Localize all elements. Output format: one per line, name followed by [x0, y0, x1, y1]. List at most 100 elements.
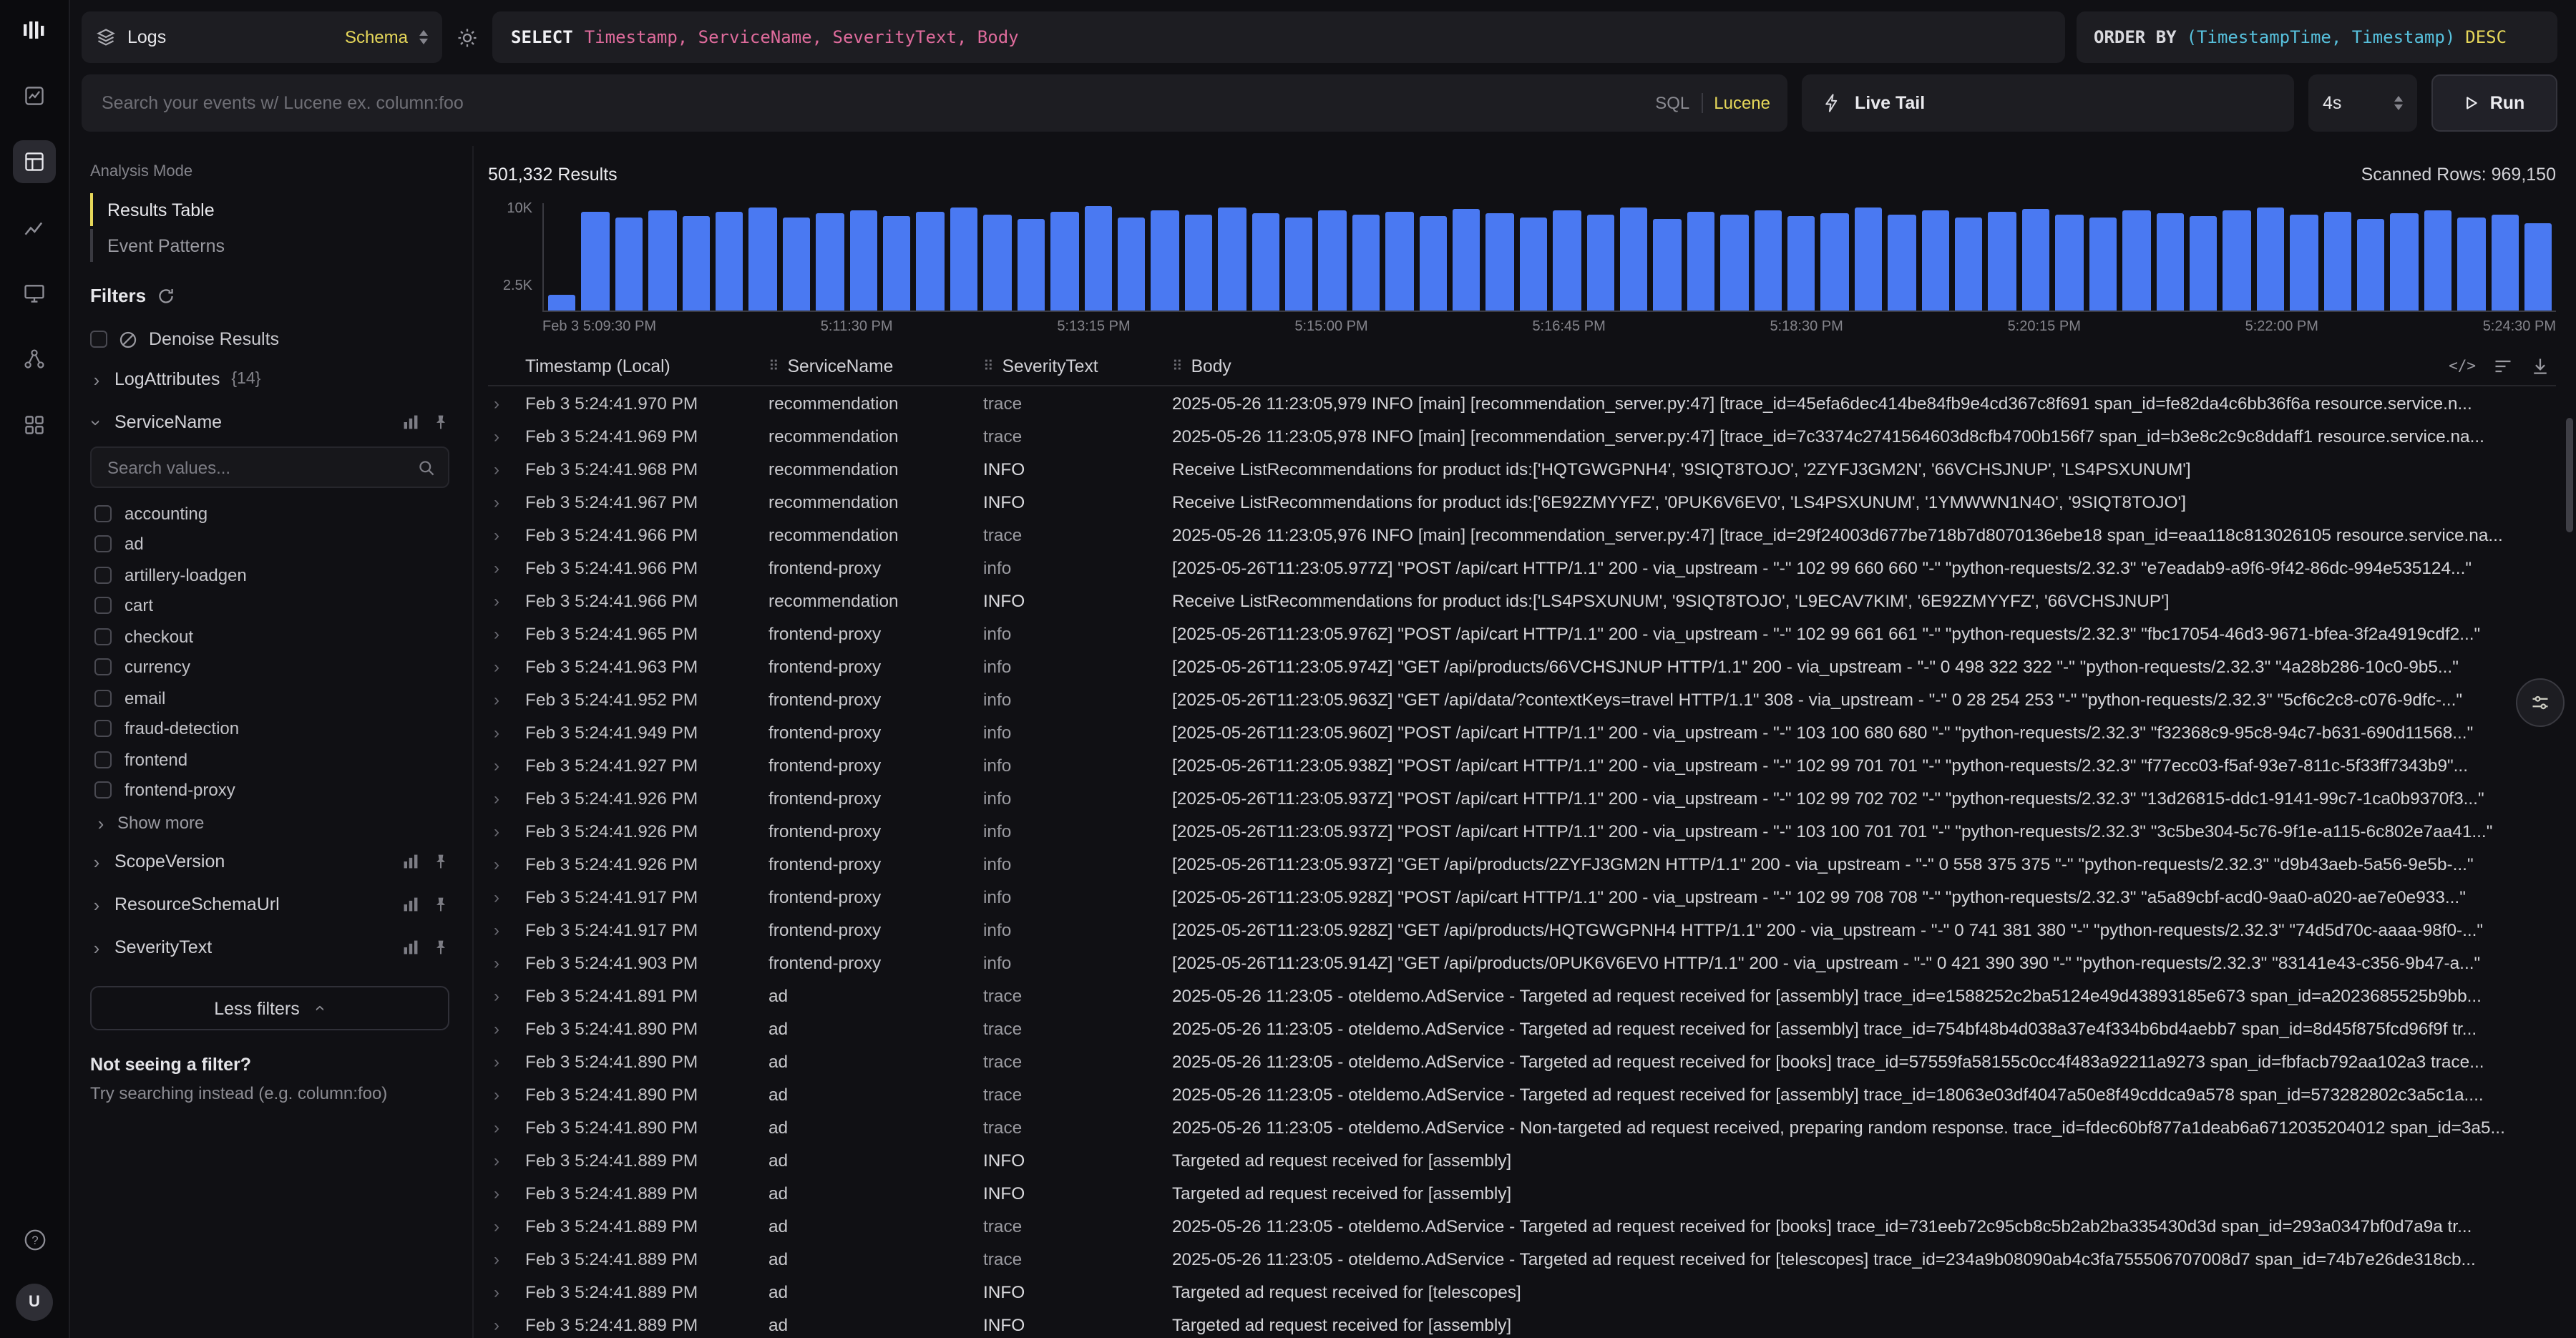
- histogram-bar[interactable]: [1654, 219, 1682, 311]
- refresh-icon[interactable]: [157, 287, 175, 304]
- table-row[interactable]: ›Feb 3 5:24:41.890 PMadtrace2025-05-26 1…: [488, 1078, 2556, 1110]
- filter-value-artillery-loadgen[interactable]: artillery-loadgen: [90, 560, 449, 590]
- row-expand-icon[interactable]: ›: [488, 459, 525, 479]
- drag-handle-icon[interactable]: ⠿: [983, 358, 994, 374]
- histogram-bar[interactable]: [2022, 209, 2050, 311]
- histogram-bar[interactable]: [1118, 217, 1146, 311]
- row-expand-icon[interactable]: ›: [488, 1117, 525, 1137]
- table-row[interactable]: ›Feb 3 5:24:41.965 PMfrontend-proxyinfo[…: [488, 617, 2556, 650]
- help-icon[interactable]: ?: [13, 1218, 56, 1261]
- chart-icon[interactable]: [402, 939, 419, 956]
- row-expand-icon[interactable]: ›: [488, 590, 525, 610]
- histogram-bar[interactable]: [2089, 217, 2117, 311]
- histogram-bar[interactable]: [1586, 215, 1614, 311]
- histogram-bar[interactable]: [716, 212, 743, 311]
- table-row[interactable]: ›Feb 3 5:24:41.926 PMfrontend-proxyinfo[…: [488, 814, 2556, 847]
- table-row[interactable]: ›Feb 3 5:24:41.889 PMadINFOTargeted ad r…: [488, 1176, 2556, 1209]
- histogram-bar[interactable]: [2190, 216, 2218, 311]
- histogram-bar[interactable]: [2290, 215, 2318, 311]
- row-expand-icon[interactable]: ›: [488, 919, 525, 939]
- filter-value-search-input[interactable]: [104, 456, 418, 479]
- table-row[interactable]: ›Feb 3 5:24:41.889 PMadINFOTargeted ad r…: [488, 1275, 2556, 1308]
- drag-handle-icon[interactable]: ⠿: [1172, 358, 1183, 374]
- histogram-bar[interactable]: [1955, 218, 1983, 311]
- checkbox[interactable]: [94, 782, 112, 799]
- row-expand-icon[interactable]: ›: [488, 1150, 525, 1170]
- table-row[interactable]: ›Feb 3 5:24:41.889 PMadINFOTargeted ad r…: [488, 1308, 2556, 1338]
- histogram-bar[interactable]: [2156, 213, 2184, 311]
- filter-value-frontend[interactable]: frontend: [90, 744, 449, 775]
- app-logo-icon[interactable]: [21, 17, 47, 43]
- nav-chart-icon[interactable]: [13, 206, 56, 249]
- nav-dashboard-icon[interactable]: [13, 272, 56, 315]
- histogram-bar[interactable]: [984, 214, 1012, 311]
- filter-group-severitytext[interactable]: ›SeverityText: [90, 926, 449, 969]
- table-row[interactable]: ›Feb 3 5:24:41.891 PMadtrace2025-05-26 1…: [488, 979, 2556, 1012]
- histogram-bar[interactable]: [648, 210, 676, 311]
- row-expand-icon[interactable]: ›: [488, 722, 525, 742]
- table-row[interactable]: ›Feb 3 5:24:41.889 PMadtrace2025-05-26 1…: [488, 1209, 2556, 1242]
- table-row[interactable]: ›Feb 3 5:24:41.969 PMrecommendationtrace…: [488, 419, 2556, 452]
- histogram-bar[interactable]: [1352, 214, 1380, 311]
- chart-icon[interactable]: [402, 853, 419, 870]
- table-row[interactable]: ›Feb 3 5:24:41.890 PMadtrace2025-05-26 1…: [488, 1110, 2556, 1143]
- row-settings-icon[interactable]: [2493, 356, 2513, 376]
- histogram-bar[interactable]: [682, 215, 710, 311]
- histogram-bar[interactable]: [1486, 213, 1514, 311]
- histogram-bar[interactable]: [1888, 215, 1916, 311]
- histogram-bar[interactable]: [1184, 215, 1212, 311]
- lucene-mode-option[interactable]: Lucene: [1714, 93, 1770, 113]
- histogram-bar[interactable]: [1921, 211, 1949, 311]
- histogram-bar[interactable]: [2457, 217, 2485, 311]
- column-header-sev[interactable]: ⠿SeverityText: [983, 356, 1172, 376]
- row-expand-icon[interactable]: ›: [488, 1216, 525, 1236]
- histogram-bar[interactable]: [1787, 216, 1815, 311]
- table-row[interactable]: ›Feb 3 5:24:41.963 PMfrontend-proxyinfo[…: [488, 650, 2556, 683]
- histogram-bar[interactable]: [816, 213, 844, 311]
- histogram-bar[interactable]: [1218, 207, 1246, 311]
- checkbox[interactable]: [94, 628, 112, 645]
- histogram-bar[interactable]: [1385, 212, 1413, 311]
- checkbox[interactable]: [94, 751, 112, 768]
- vertical-scrollbar[interactable]: [2566, 418, 2573, 532]
- row-expand-icon[interactable]: ›: [488, 854, 525, 874]
- histogram-bar[interactable]: [582, 213, 610, 311]
- nav-logs-table-icon[interactable]: [13, 140, 56, 183]
- filter-group-servicename[interactable]: › ServiceName: [90, 401, 449, 444]
- histogram-bar[interactable]: [783, 218, 811, 311]
- filter-group-logattributes[interactable]: › LogAttributes {14}: [90, 358, 449, 401]
- schema-badge[interactable]: Schema: [345, 27, 408, 47]
- histogram-bar[interactable]: [1319, 210, 1347, 311]
- order-by-bar[interactable]: ORDER BY (TimestampTime, Timestamp) DESC: [2077, 11, 2557, 63]
- histogram-plot[interactable]: [542, 203, 2556, 312]
- row-expand-icon[interactable]: ›: [488, 788, 525, 808]
- histogram-bar[interactable]: [1620, 207, 1648, 311]
- sql-mode-option[interactable]: SQL: [1655, 93, 1689, 113]
- histogram-bar[interactable]: [1687, 212, 1715, 311]
- mode-results-table[interactable]: Results Table: [90, 193, 449, 226]
- histogram-bar[interactable]: [1520, 217, 1548, 311]
- row-expand-icon[interactable]: ›: [488, 1084, 525, 1104]
- row-expand-icon[interactable]: ›: [488, 985, 525, 1005]
- histogram-bar[interactable]: [2223, 211, 2251, 311]
- chart-icon[interactable]: [402, 896, 419, 913]
- histogram-bar[interactable]: [749, 207, 777, 311]
- histogram-bar[interactable]: [1285, 218, 1313, 311]
- table-row[interactable]: ›Feb 3 5:24:41.926 PMfrontend-proxyinfo[…: [488, 847, 2556, 880]
- table-row[interactable]: ›Feb 3 5:24:41.926 PMfrontend-proxyinfo[…: [488, 781, 2556, 814]
- table-row[interactable]: ›Feb 3 5:24:41.890 PMadtrace2025-05-26 1…: [488, 1012, 2556, 1045]
- row-expand-icon[interactable]: ›: [488, 524, 525, 545]
- histogram-bar[interactable]: [1989, 212, 2016, 311]
- histogram-bar[interactable]: [883, 216, 911, 311]
- table-row[interactable]: ›Feb 3 5:24:41.967 PMrecommendationINFOR…: [488, 485, 2556, 518]
- checkbox[interactable]: [94, 659, 112, 676]
- row-expand-icon[interactable]: ›: [488, 393, 525, 413]
- filter-value-accounting[interactable]: accounting: [90, 498, 449, 529]
- filter-value-checkout[interactable]: checkout: [90, 621, 449, 652]
- histogram-bar[interactable]: [2056, 214, 2084, 311]
- live-tail-button[interactable]: Live Tail: [1802, 74, 2294, 132]
- column-header-svc[interactable]: ⠿ServiceName: [769, 356, 983, 376]
- table-row[interactable]: ›Feb 3 5:24:41.949 PMfrontend-proxyinfo[…: [488, 716, 2556, 748]
- checkbox[interactable]: [94, 505, 112, 522]
- row-expand-icon[interactable]: ›: [488, 492, 525, 512]
